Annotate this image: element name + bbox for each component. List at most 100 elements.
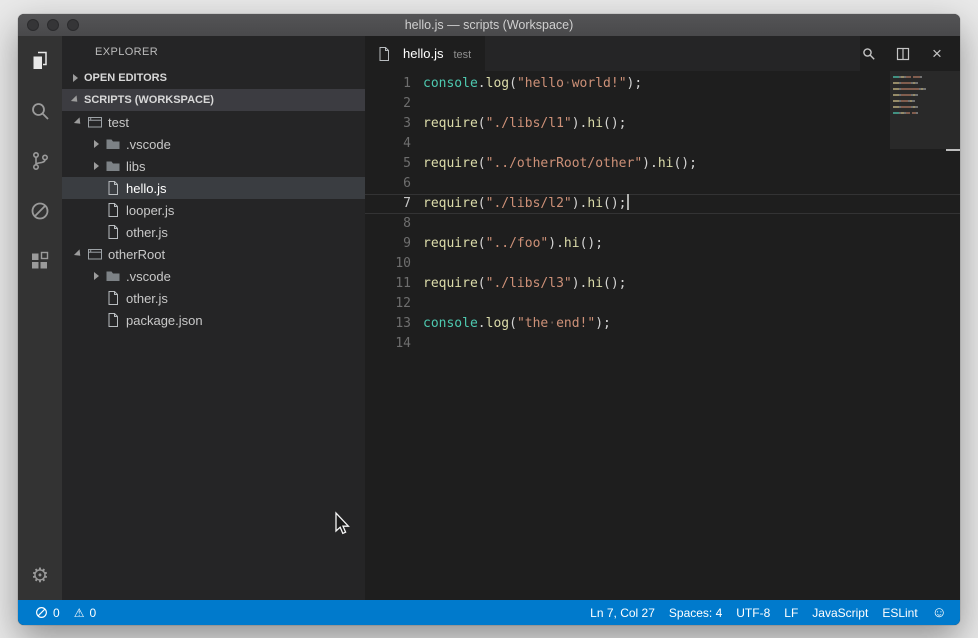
- pane-label: OPEN EDITORS: [84, 72, 167, 84]
- code-line-1[interactable]: 1console.log("hello·world!");: [365, 74, 960, 94]
- tree-item-label: other.js: [126, 291, 168, 306]
- tree-item-other-js[interactable]: other.js: [62, 287, 365, 309]
- chevron-collapsed-icon[interactable]: [88, 158, 104, 174]
- file-icon: [105, 224, 121, 240]
- code-line-6[interactable]: 6: [365, 174, 960, 194]
- tab-hello-js[interactable]: hello.js test: [365, 36, 485, 71]
- tree-item-label: libs: [126, 159, 146, 174]
- chevron-collapsed-icon: [67, 70, 83, 86]
- code-line-10[interactable]: 10: [365, 254, 960, 274]
- line-text: [411, 174, 423, 194]
- chevron-expanded-icon[interactable]: [70, 114, 86, 130]
- line-number: 1: [365, 74, 411, 94]
- zoom-window-button[interactable]: [67, 19, 79, 31]
- code-line-8[interactable]: 8: [365, 214, 960, 234]
- file-tree: test .vscode libs hello.js looper.js other.js…: [62, 111, 365, 600]
- tree-item--vscode[interactable]: .vscode: [62, 265, 365, 287]
- code-line-13[interactable]: 13console.log("the·end!");: [365, 314, 960, 334]
- error-circle-slash-icon: [35, 606, 48, 619]
- split-editor-icon[interactable]: [894, 45, 912, 63]
- code-line-3[interactable]: 3require("./libs/l1").hi();: [365, 114, 960, 134]
- line-text: [411, 254, 423, 274]
- line-text: console.log("the·end!");: [411, 314, 611, 334]
- line-text: [411, 294, 423, 314]
- code-area[interactable]: 1console.log("hello·world!");23require("…: [365, 71, 960, 354]
- editor-area: hello.js test ×: [365, 36, 960, 600]
- extensions-icon[interactable]: [18, 236, 62, 286]
- tree-item-otherroot[interactable]: otherRoot: [62, 243, 365, 265]
- text-cursor: [627, 194, 629, 210]
- search-icon[interactable]: [18, 86, 62, 136]
- code-line-12[interactable]: 12: [365, 294, 960, 314]
- mouse-cursor-icon: [330, 511, 352, 537]
- pane-label: SCRIPTS (WORKSPACE): [84, 94, 214, 106]
- workspace-section-header[interactable]: SCRIPTS (WORKSPACE): [62, 89, 365, 111]
- line-number: 11: [365, 274, 411, 294]
- error-count: 0: [53, 606, 60, 620]
- language-mode-status[interactable]: JavaScript: [805, 600, 875, 625]
- overview-ruler-marker: [946, 149, 960, 151]
- main-content: ⚙ EXPLORER OPEN EDITORS SCRIPTS (WORKSPA…: [18, 36, 960, 600]
- root-folder-icon: [87, 114, 103, 130]
- gear-icon[interactable]: ⚙: [18, 552, 62, 600]
- tree-item-label: package.json: [126, 313, 203, 328]
- warnings-status[interactable]: ⚠ 0: [67, 600, 103, 625]
- line-text: [411, 134, 423, 154]
- line-text: console.log("hello·world!");: [411, 74, 642, 94]
- warning-icon: ⚠: [74, 607, 85, 619]
- file-icon: [105, 202, 121, 218]
- chevron-collapsed-icon[interactable]: [88, 268, 104, 284]
- line-text: [411, 334, 423, 354]
- chevron-expanded-icon[interactable]: [70, 246, 86, 262]
- line-number: 2: [365, 94, 411, 114]
- source-control-icon[interactable]: [18, 136, 62, 186]
- file-icon: [105, 290, 121, 306]
- tree-item-label: otherRoot: [108, 247, 165, 262]
- tree-item-other-js[interactable]: other.js: [62, 221, 365, 243]
- eol-status[interactable]: LF: [777, 600, 805, 625]
- editor-actions: ×: [860, 36, 960, 71]
- linter-status[interactable]: ESLint: [875, 600, 924, 625]
- twisty-spacer: [88, 312, 104, 328]
- debug-icon[interactable]: [18, 186, 62, 236]
- tab-description: test: [453, 47, 471, 61]
- tree-item-hello-js[interactable]: hello.js: [62, 177, 365, 199]
- cursor-position-status[interactable]: Ln 7, Col 27: [583, 600, 662, 625]
- errors-status[interactable]: 0: [28, 600, 67, 625]
- line-number: 10: [365, 254, 411, 274]
- feedback-smiley-icon[interactable]: ☺: [925, 600, 954, 625]
- tab-bar: hello.js test ×: [365, 36, 960, 71]
- code-line-2[interactable]: 2: [365, 94, 960, 114]
- tree-item-libs[interactable]: libs: [62, 155, 365, 177]
- tree-item-test[interactable]: test: [62, 111, 365, 133]
- indentation-status[interactable]: Spaces: 4: [662, 600, 729, 625]
- line-text: require("./libs/l1").hi();: [411, 114, 627, 134]
- close-window-button[interactable]: [27, 19, 39, 31]
- explorer-icon[interactable]: [18, 36, 62, 86]
- line-text: require("./libs/l2").hi();: [411, 194, 629, 214]
- tree-item--vscode[interactable]: .vscode: [62, 133, 365, 155]
- tree-item-looper-js[interactable]: looper.js: [62, 199, 365, 221]
- tree-item-package-json[interactable]: package.json: [62, 309, 365, 331]
- code-line-11[interactable]: 11require("./libs/l3").hi();: [365, 274, 960, 294]
- minimap-lines: [890, 71, 948, 118]
- close-icon[interactable]: ×: [928, 45, 946, 63]
- sidebar-title: EXPLORER: [62, 36, 365, 67]
- code-line-4[interactable]: 4: [365, 134, 960, 154]
- code-line-7[interactable]: 7require("./libs/l2").hi();: [365, 194, 960, 214]
- status-left: 0 ⚠ 0: [28, 600, 103, 625]
- tree-item-label: other.js: [126, 225, 168, 240]
- root-folder-icon: [87, 246, 103, 262]
- tree-item-label: hello.js: [126, 181, 166, 196]
- chevron-collapsed-icon[interactable]: [88, 136, 104, 152]
- tree-item-label: .vscode: [126, 137, 171, 152]
- encoding-status[interactable]: UTF-8: [729, 600, 777, 625]
- code-line-9[interactable]: 9require("../foo").hi();: [365, 234, 960, 254]
- minimize-window-button[interactable]: [47, 19, 59, 31]
- minimap[interactable]: [890, 71, 948, 191]
- code-line-5[interactable]: 5require("../otherRoot/other").hi();: [365, 154, 960, 174]
- line-number: 8: [365, 214, 411, 234]
- open-editors-header[interactable]: OPEN EDITORS: [62, 67, 365, 89]
- code-line-14[interactable]: 14: [365, 334, 960, 354]
- find-icon[interactable]: [860, 45, 878, 63]
